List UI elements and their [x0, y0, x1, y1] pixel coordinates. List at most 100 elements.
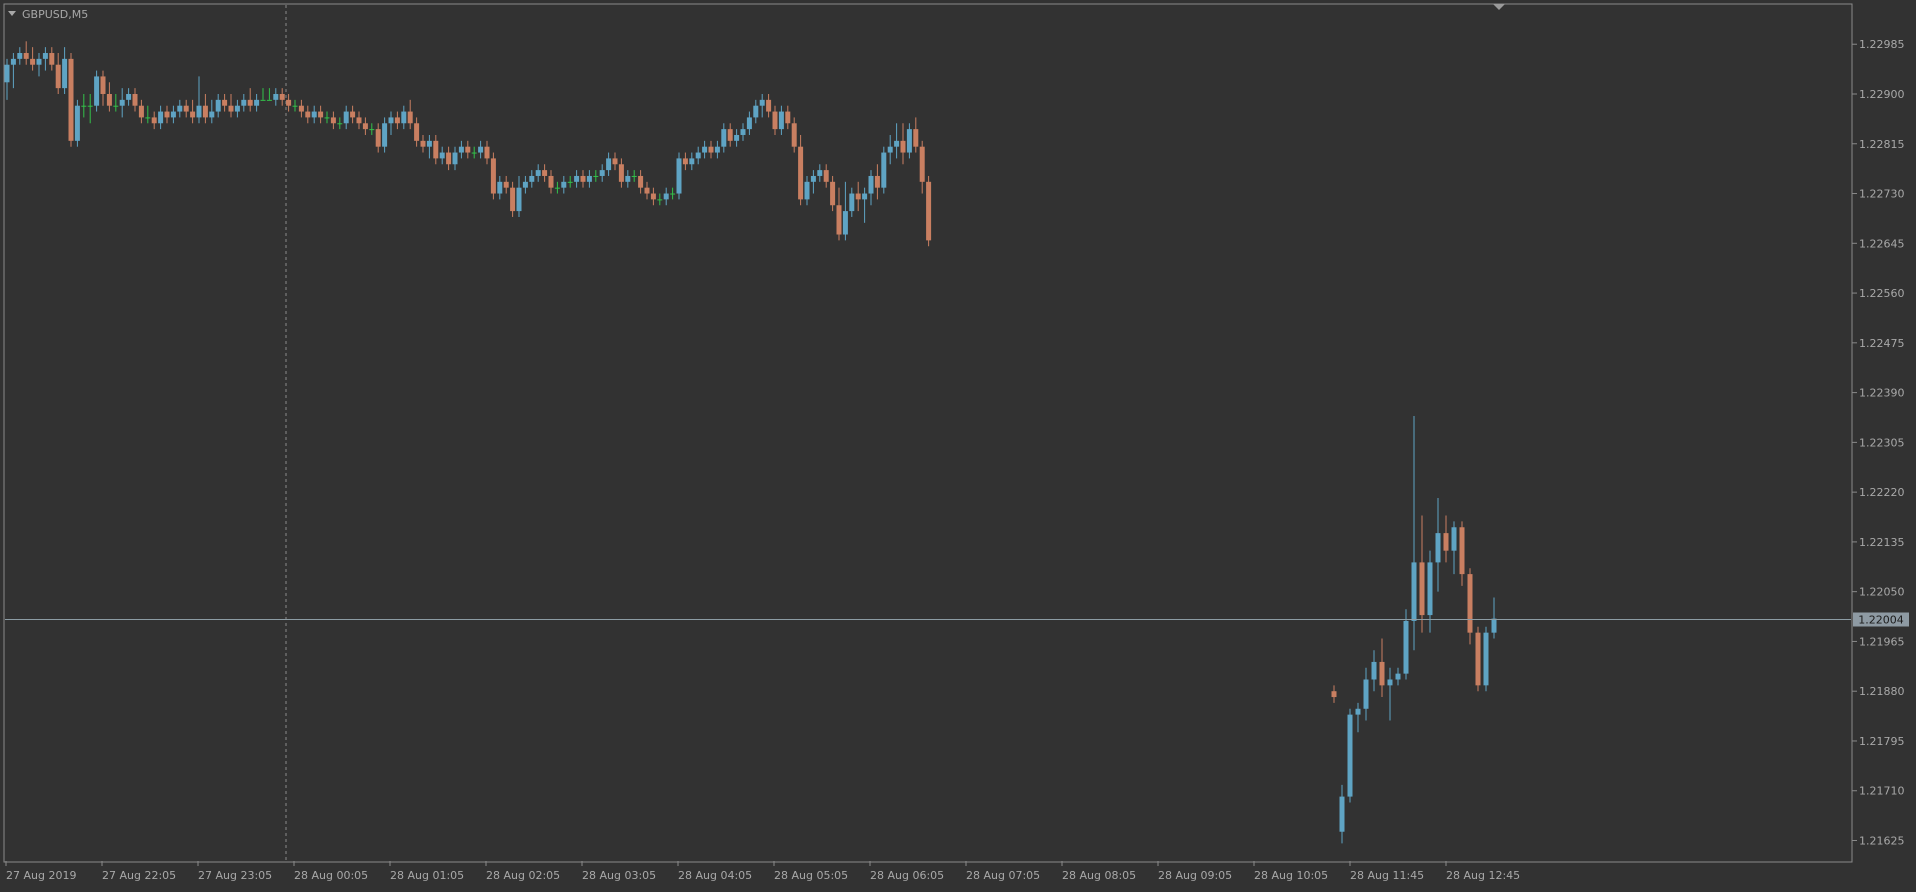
candle-body — [497, 181, 503, 194]
price-tick-label: 1.22220 — [1859, 486, 1905, 499]
candle-body — [1451, 527, 1457, 551]
time-tick-label: 28 Aug 08:05 — [1062, 869, 1136, 882]
candle-body — [426, 140, 432, 147]
candle-body — [458, 146, 464, 153]
candle-body — [830, 181, 836, 206]
price-tick-label: 1.21880 — [1859, 685, 1905, 698]
candle-body — [100, 76, 106, 94]
candle-body — [631, 175, 637, 177]
candle-body — [746, 117, 752, 130]
candle-body — [356, 117, 362, 124]
candle-body — [567, 181, 573, 183]
time-tick-label: 28 Aug 03:05 — [582, 869, 656, 882]
candle-body — [30, 58, 36, 65]
bid-price-label-text: 1.22004 — [1858, 614, 1904, 627]
candle-body — [209, 111, 215, 118]
candle-body — [1403, 620, 1409, 674]
time-tick-label: 28 Aug 05:05 — [774, 869, 848, 882]
candle-body — [273, 93, 279, 100]
candle-body — [702, 146, 708, 153]
candle-body — [74, 105, 80, 141]
candle-body — [1467, 574, 1473, 633]
candle-body — [913, 129, 919, 147]
candle-body — [926, 181, 932, 241]
candle-body — [394, 117, 400, 124]
price-tick-label: 1.22050 — [1859, 586, 1905, 599]
candle-body — [222, 99, 228, 106]
candle-body — [766, 99, 772, 112]
candle-body — [727, 129, 733, 141]
candle-body — [638, 175, 644, 188]
candle-body — [401, 111, 407, 124]
candle-body — [471, 152, 477, 154]
time-tick-label: 28 Aug 01:05 — [390, 869, 464, 882]
candle-body — [657, 199, 663, 201]
candle-body — [1483, 632, 1489, 686]
candle-body — [529, 175, 535, 182]
candle-body — [823, 170, 829, 182]
time-tick-label: 28 Aug 07:05 — [966, 869, 1040, 882]
candle-body — [260, 99, 266, 101]
candle-body — [721, 129, 727, 147]
candle-body — [49, 53, 55, 65]
candle-body — [612, 158, 618, 165]
candle-body — [778, 111, 784, 130]
candle-body — [132, 93, 138, 106]
candle-body — [311, 111, 317, 118]
candle-body — [542, 170, 548, 176]
price-tick-label: 1.22560 — [1859, 287, 1905, 300]
price-tick-label: 1.22390 — [1859, 387, 1905, 400]
time-tick-label: 28 Aug 00:05 — [294, 869, 368, 882]
candle-body — [433, 140, 439, 159]
candle-body — [574, 175, 580, 182]
candle-body — [714, 146, 720, 153]
candle-body — [337, 123, 343, 125]
candle-body — [849, 193, 855, 212]
price-tick-label: 1.22730 — [1859, 188, 1905, 201]
candle-body — [862, 193, 868, 200]
candle-body — [190, 111, 196, 118]
candle-body — [439, 152, 445, 159]
candle-body — [382, 123, 388, 147]
candle-body — [561, 181, 567, 188]
candle-body — [1387, 679, 1393, 686]
candle-body — [62, 58, 68, 89]
price-tick-label: 1.21965 — [1859, 635, 1905, 648]
candle-body — [119, 99, 125, 106]
candle-body — [305, 111, 311, 118]
candle-body — [1331, 691, 1337, 698]
candle-body — [887, 146, 893, 153]
candle-body — [516, 187, 522, 212]
candle-body — [1355, 708, 1361, 715]
candle-body — [535, 170, 541, 176]
candle-body — [593, 175, 599, 177]
candle-body — [4, 64, 10, 83]
price-chart[interactable]: GBPUSD,M5 1.22985 1.22900 1.22815 1.22730 1.… — [0, 0, 1916, 888]
time-tick-label: 27 Aug 22:05 — [102, 869, 176, 882]
candle-body — [586, 175, 592, 182]
chart-canvas[interactable]: GBPUSD,M5 1.22985 1.22900 1.22815 1.22730 1.… — [0, 0, 1916, 888]
candle-body — [625, 175, 631, 182]
candle-body — [151, 117, 157, 124]
candle-body — [17, 53, 23, 59]
candle-body — [734, 134, 740, 141]
candle-body — [900, 140, 906, 153]
candle-body — [414, 123, 420, 141]
candle-body — [503, 181, 509, 188]
candle-body — [484, 146, 490, 159]
candle-body — [330, 117, 336, 124]
candle-body — [1443, 533, 1449, 551]
time-tick-label: 28 Aug 02:05 — [486, 869, 560, 882]
candle-body — [1395, 673, 1401, 680]
time-tick-label: 27 Aug 23:05 — [198, 869, 272, 882]
time-tick-label: 28 Aug 09:05 — [1158, 869, 1232, 882]
candle-body — [874, 175, 880, 188]
candle-body — [682, 158, 688, 165]
candle-body — [465, 146, 471, 153]
candle-body — [10, 58, 16, 65]
candle-body — [350, 111, 356, 118]
candle-body — [87, 105, 93, 107]
candle-body — [606, 158, 612, 171]
candle-body — [894, 140, 900, 147]
candle-body — [836, 205, 842, 235]
